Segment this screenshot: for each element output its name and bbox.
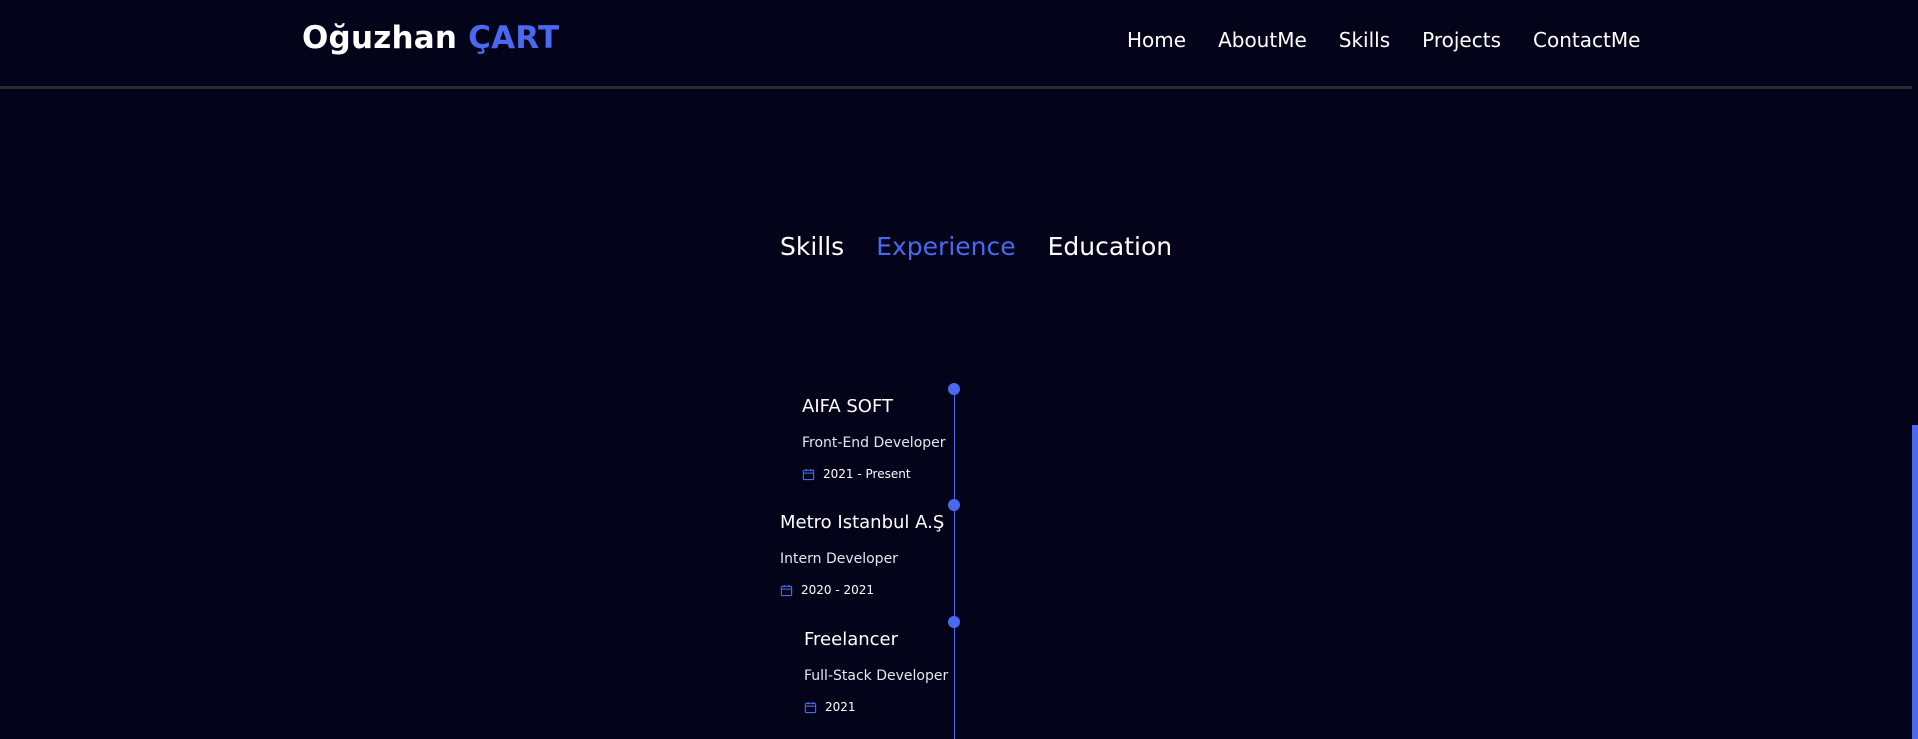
nav-contactme[interactable]: ContactMe <box>1533 28 1640 52</box>
entry-company: Freelancer <box>804 629 899 650</box>
nav-skills[interactable]: Skills <box>1339 28 1390 52</box>
entry-date: 2021 <box>804 700 948 714</box>
entry-date-text: 2020 - 2021 <box>801 583 875 597</box>
timeline-dot <box>948 616 960 628</box>
calendar-icon <box>780 584 793 596</box>
entry-company: AIFA SOFT <box>802 396 893 417</box>
entry-role: Intern Developer <box>780 551 898 567</box>
scrollbar-thumb[interactable] <box>1912 425 1918 739</box>
entry-date: 2021 - Present <box>802 467 946 481</box>
entry-role: Full-Stack Developer <box>804 668 949 684</box>
calendar-icon <box>802 468 815 480</box>
qualification-tabs: Skills Experience Education <box>780 232 1172 261</box>
site-logo[interactable]: Oğuzhan ÇART <box>302 20 559 56</box>
entry-role: Front-End Developer <box>802 435 946 451</box>
entry-company: Metro Istanbul A.Ş <box>780 512 945 533</box>
entry-date: 2020 - 2021 <box>780 583 944 597</box>
timeline-line <box>954 389 955 739</box>
experience-entry: AIFA SOFT Front-End Developer 2021 - Pre… <box>802 396 946 481</box>
nav-home[interactable]: Home <box>1127 28 1186 52</box>
timeline-dot <box>948 499 960 511</box>
tab-experience[interactable]: Experience <box>876 232 1015 261</box>
tab-education[interactable]: Education <box>1048 232 1172 261</box>
logo-last-name: ÇART <box>468 20 560 56</box>
calendar-icon <box>804 701 817 713</box>
timeline-dot <box>948 383 960 395</box>
main-nav: Home AboutMe Skills Projects ContactMe <box>1127 28 1640 52</box>
nav-projects[interactable]: Projects <box>1422 28 1501 52</box>
entry-date-text: 2021 - Present <box>823 467 911 481</box>
site-header: Oğuzhan ÇART Home AboutMe Skills Project… <box>0 0 1912 89</box>
experience-entry: Metro Istanbul A.Ş Intern Developer 2020… <box>780 512 944 597</box>
logo-first-name: Oğuzhan <box>302 20 458 56</box>
entry-date-text: 2021 <box>825 700 856 714</box>
tab-skills[interactable]: Skills <box>780 232 844 261</box>
experience-entry: Freelancer Full-Stack Developer 2021 <box>804 629 948 714</box>
nav-aboutme[interactable]: AboutMe <box>1218 28 1307 52</box>
